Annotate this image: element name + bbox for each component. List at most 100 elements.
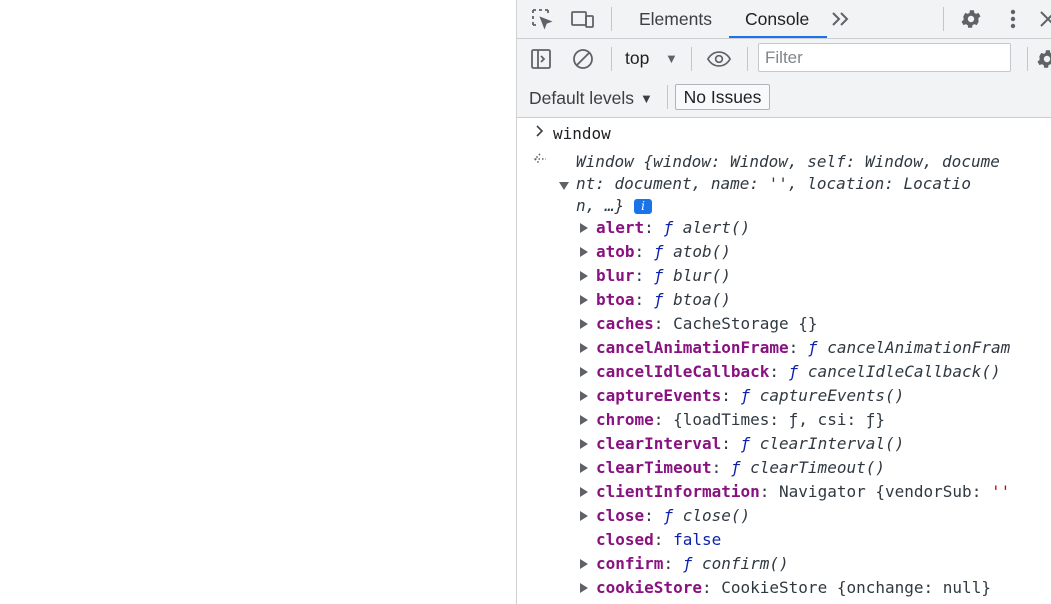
- function-signature: alert(): [682, 218, 751, 237]
- kebab-menu-icon[interactable]: [1000, 6, 1026, 32]
- result-summary-line-2[interactable]: nt: document, name: '', location: Locati…: [576, 173, 971, 195]
- expand-triangle-icon[interactable]: [580, 295, 588, 305]
- property-key: cancelAnimationFrame: [596, 338, 789, 357]
- property-row[interactable]: captureEvents: ƒ captureEvents(): [596, 385, 904, 407]
- function-signature: close(): [682, 506, 751, 525]
- expand-triangle-icon[interactable]: [580, 319, 588, 329]
- expand-triangle-icon[interactable]: [580, 415, 588, 425]
- property-row[interactable]: alert: ƒ alert(): [596, 217, 750, 239]
- expand-triangle-icon[interactable]: [580, 271, 588, 281]
- function-signature: btoa(): [673, 290, 731, 309]
- property-row[interactable]: atob: ƒ atob(): [596, 241, 731, 263]
- expand-triangle-icon[interactable]: [580, 487, 588, 497]
- property-row[interactable]: closed: false: [596, 529, 721, 551]
- log-levels-dropdown[interactable]: Default levels: [529, 88, 634, 109]
- toolbar-divider-3: [747, 47, 748, 71]
- property-row[interactable]: clearInterval: ƒ clearInterval(): [596, 433, 904, 455]
- sidebar-toggle-icon[interactable]: [528, 46, 554, 72]
- property-value: ƒ close(): [663, 506, 750, 525]
- function-signature: cancelIdleCallback(): [807, 362, 1001, 381]
- property-value: ƒ alert(): [663, 218, 750, 237]
- filter-input[interactable]: [758, 43, 1011, 72]
- property-value: Navigator {vendorSub: '': [779, 482, 1010, 501]
- expand-result-triangle-icon[interactable]: [559, 182, 569, 190]
- expand-triangle-icon[interactable]: [580, 439, 588, 449]
- function-signature: atob(): [673, 242, 731, 261]
- function-signature: clearTimeout(): [750, 458, 885, 477]
- function-glyph: ƒ: [663, 218, 683, 237]
- expand-triangle-icon[interactable]: [580, 367, 588, 377]
- property-row[interactable]: confirm: ƒ confirm(): [596, 553, 789, 575]
- property-row[interactable]: caches: CacheStorage {}: [596, 313, 818, 335]
- levels-dropdown-arrow-icon[interactable]: ▼: [640, 91, 653, 106]
- tab-bar-divider: [611, 7, 612, 31]
- clear-console-icon[interactable]: [570, 46, 596, 72]
- function-signature: blur(): [673, 266, 731, 285]
- property-value: ƒ confirm(): [683, 554, 789, 573]
- info-icon[interactable]: i: [634, 199, 652, 214]
- property-value: ƒ atob(): [654, 242, 731, 261]
- function-glyph: ƒ: [653, 266, 674, 285]
- expand-triangle-icon[interactable]: [580, 247, 588, 257]
- result-summary-line-3[interactable]: n, …}: [576, 195, 624, 217]
- expand-triangle-icon[interactable]: [580, 391, 588, 401]
- tab-bar-divider-2: [943, 7, 944, 31]
- expand-triangle-icon[interactable]: [580, 463, 588, 473]
- tab-console[interactable]: Console: [745, 0, 809, 38]
- expand-triangle-icon[interactable]: [580, 343, 588, 353]
- property-key: confirm: [596, 554, 664, 573]
- property-row[interactable]: cancelIdleCallback: ƒ cancelIdleCallback…: [596, 361, 1001, 383]
- property-separator: :: [759, 482, 780, 501]
- property-separator: :: [711, 458, 731, 477]
- property-row[interactable]: chrome: {loadTimes: ƒ, csi: ƒ}: [596, 409, 885, 431]
- property-key: atob: [596, 242, 635, 261]
- property-value: ƒ btoa(): [654, 290, 731, 309]
- property-key: captureEvents: [596, 386, 722, 405]
- result-summary-line-1[interactable]: Window {window: Window, self: Window, do…: [576, 151, 1000, 173]
- property-row[interactable]: clientInformation: Navigator {vendorSub:…: [596, 481, 1010, 503]
- property-key: alert: [596, 218, 645, 237]
- tab-elements[interactable]: Elements: [639, 0, 712, 38]
- expand-triangle-icon[interactable]: [580, 583, 588, 593]
- property-key: clearTimeout: [596, 458, 712, 477]
- function-glyph: ƒ: [653, 290, 674, 309]
- expand-triangle-icon[interactable]: [580, 559, 588, 569]
- close-icon[interactable]: [1035, 6, 1051, 32]
- property-row[interactable]: close: ƒ close(): [596, 505, 750, 527]
- expand-triangle-icon[interactable]: [580, 223, 588, 233]
- input-prompt-chevron-icon: [535, 124, 545, 143]
- property-row[interactable]: cookieStore: CookieStore {onchange: null…: [596, 577, 991, 599]
- issues-button[interactable]: No Issues: [675, 84, 770, 110]
- context-dropdown-arrow-icon[interactable]: ▼: [665, 51, 678, 66]
- property-row[interactable]: blur: ƒ blur(): [596, 265, 731, 287]
- function-glyph: ƒ: [653, 242, 674, 261]
- property-separator: :: [634, 290, 654, 309]
- function-glyph: ƒ: [740, 386, 760, 405]
- expand-triangle-icon[interactable]: [580, 511, 588, 521]
- property-separator: :: [663, 554, 683, 573]
- property-key: caches: [596, 314, 654, 333]
- eye-icon[interactable]: [706, 46, 732, 72]
- console-input-command[interactable]: window: [553, 123, 611, 145]
- toolbar-divider-2: [691, 47, 692, 71]
- property-separator: :: [634, 266, 654, 285]
- property-key: closed: [596, 530, 654, 549]
- property-row[interactable]: cancelAnimationFrame: ƒ cancelAnimationF…: [596, 337, 1010, 359]
- devtools-panel: Elements Console top ▼ Filter Default le…: [516, 0, 1051, 604]
- property-separator: :: [721, 434, 741, 453]
- console-settings-gear-icon[interactable]: [1034, 46, 1051, 72]
- context-selector[interactable]: top: [625, 48, 649, 69]
- active-tab-indicator: [729, 36, 827, 38]
- inspected-page-area: [0, 0, 516, 604]
- select-element-icon[interactable]: [529, 6, 555, 32]
- property-separator: :: [644, 218, 664, 237]
- property-value: CookieStore {onchange: null}: [721, 578, 991, 597]
- property-row[interactable]: clearTimeout: ƒ clearTimeout(): [596, 457, 885, 479]
- property-row[interactable]: btoa: ƒ btoa(): [596, 289, 731, 311]
- gear-icon[interactable]: [958, 6, 984, 32]
- device-toolbar-icon[interactable]: [570, 6, 596, 32]
- string-literal: '': [990, 482, 1011, 501]
- property-separator: :: [701, 578, 722, 597]
- property-key: chrome: [596, 410, 654, 429]
- double-chevron-right-icon[interactable]: [828, 6, 854, 32]
